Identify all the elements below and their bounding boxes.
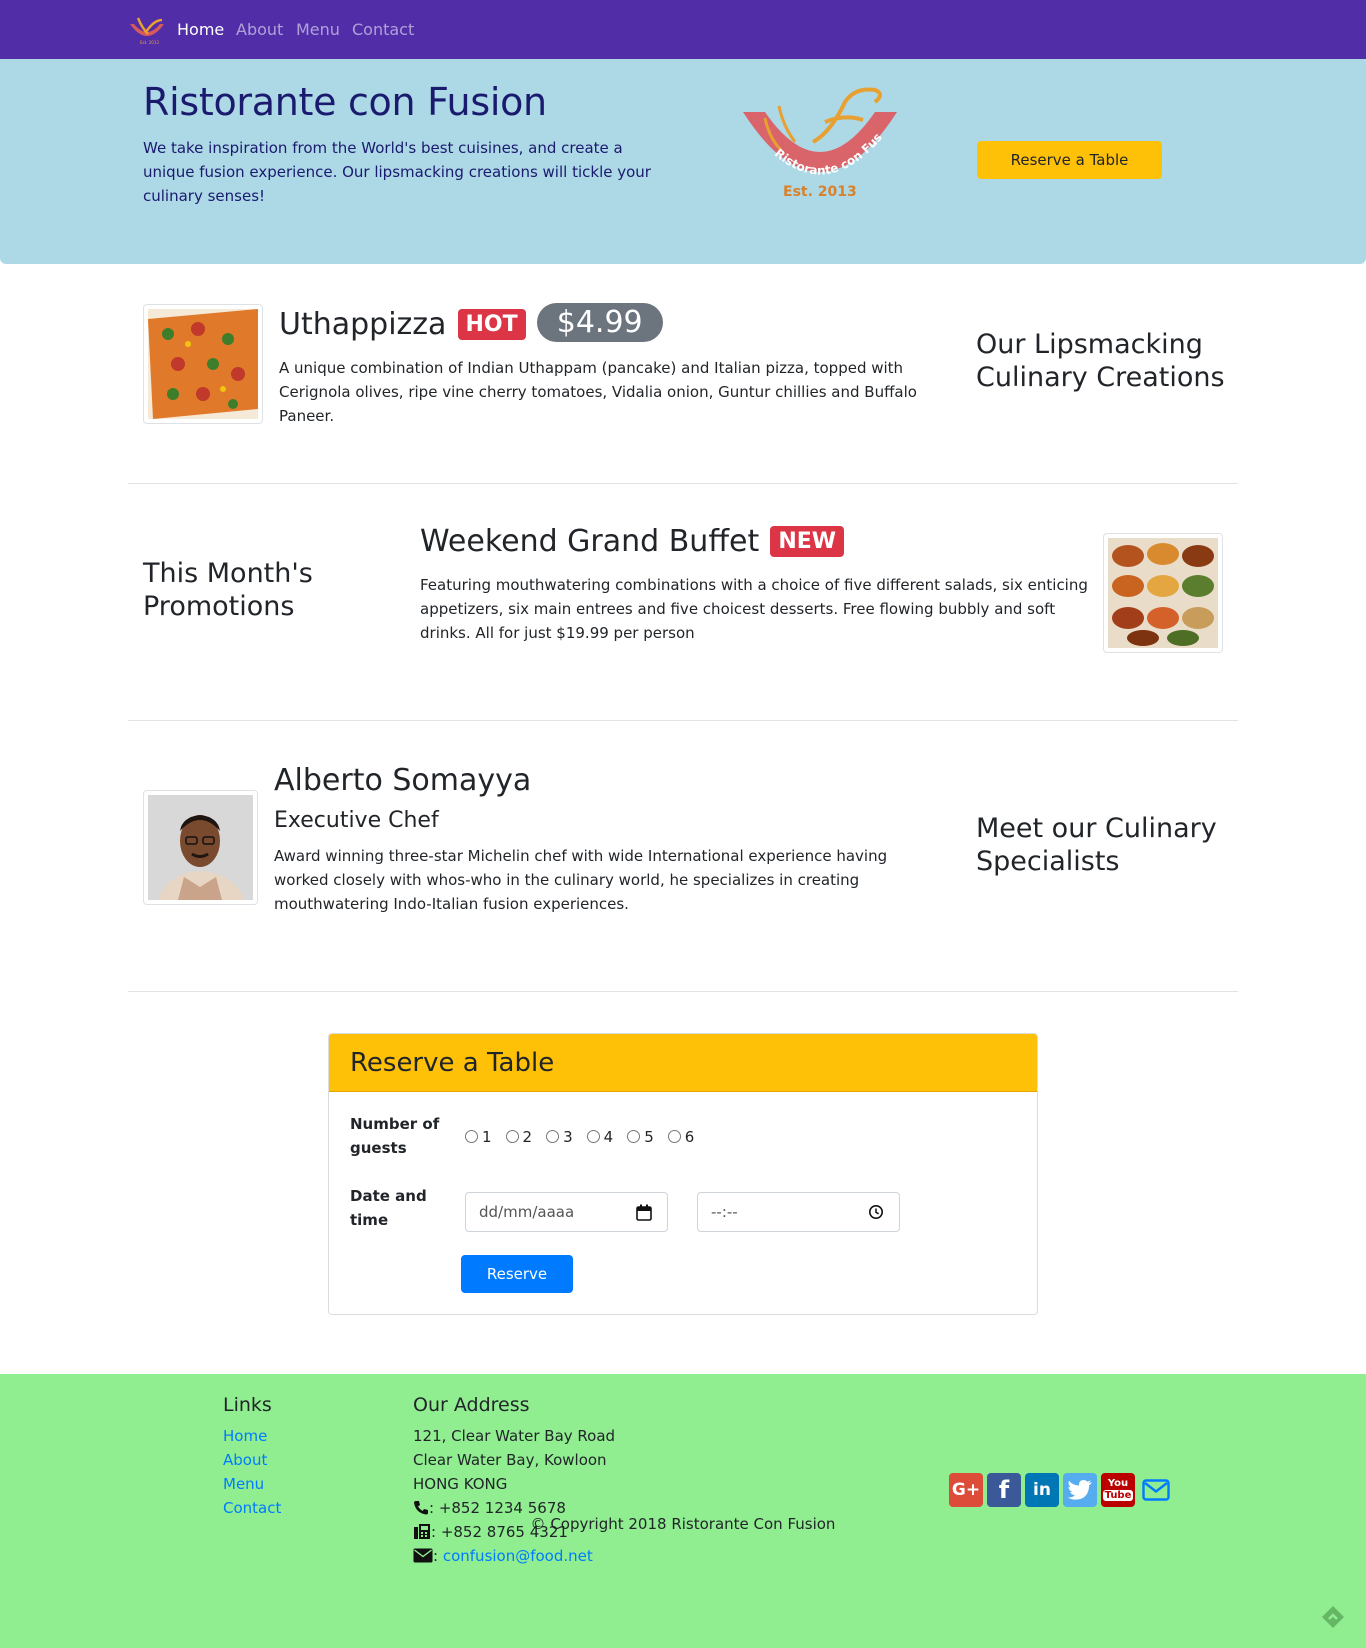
guest-option-3[interactable]: 3 (546, 1128, 573, 1146)
reserve-card-header: Reserve a Table (329, 1034, 1037, 1092)
date-label-line2: time (350, 1211, 389, 1229)
guest-option-1[interactable]: 1 (465, 1128, 492, 1146)
restaurant-tagline: We take inspiration from the World's bes… (143, 139, 651, 205)
leader-image (143, 790, 258, 905)
leader-description: Award winning three-star Michelin chef w… (274, 847, 888, 913)
nav-menu[interactable]: Menu (296, 20, 340, 39)
promotion-heading: Weekend Grand Buffet NEW (420, 524, 845, 559)
guests-label-line1: Number of (350, 1115, 440, 1133)
social-icons: G+ f in You Tube (949, 1473, 1173, 1507)
linkedin-icon[interactable]: in (1025, 1473, 1059, 1507)
footer-link-menu[interactable]: Menu (223, 1472, 281, 1496)
email-line: : confusion@food.net (413, 1544, 615, 1568)
promotion-name: Weekend Grand Buffet (420, 524, 760, 559)
svg-text:Est. 2013: Est. 2013 (140, 40, 159, 45)
nav-contact[interactable]: Contact (352, 20, 414, 39)
nav-about[interactable]: About (236, 20, 283, 39)
footer-link-about[interactable]: About (223, 1448, 281, 1472)
footer-links: Home About Menu Contact (223, 1424, 281, 1520)
address-heading: Our Address (413, 1394, 530, 1416)
footer: Links Home About Menu Contact Our Addres… (0, 1374, 1366, 1648)
buffet-image (1108, 538, 1218, 648)
logo-est: Est. 2013 (783, 184, 857, 200)
address-block: 121, Clear Water Bay Road Clear Water Ba… (413, 1424, 615, 1568)
reserve-submit-button[interactable]: Reserve (461, 1255, 573, 1293)
google-plus-icon[interactable]: G+ (949, 1473, 983, 1507)
leader-designation: Executive Chef (274, 808, 439, 833)
clock-icon[interactable] (868, 1204, 884, 1220)
dishes-section-heading: Our Lipsmacking Culinary Creations (976, 329, 1225, 393)
time-placeholder: --:-- (711, 1203, 738, 1221)
navbar: Est. 2013 Home About Menu Contact (0, 0, 1366, 59)
guests-radio-group: 123456 (465, 1127, 694, 1146)
guests-label: Number of guests (350, 1112, 439, 1160)
leaders-section-heading: Meet our Culinary Specialists (976, 813, 1217, 877)
envelope-icon (413, 1548, 433, 1563)
price-badge: $4.99 (536, 303, 663, 342)
links-heading: Links (223, 1394, 272, 1416)
hot-badge: HOT (457, 309, 526, 340)
restaurant-title: Ristorante con Fusion (143, 80, 547, 124)
radio-icon[interactable] (465, 1130, 478, 1143)
dish-description: A unique combination of Indian Uthappam … (279, 359, 917, 425)
radio-icon[interactable] (627, 1130, 641, 1143)
time-input[interactable]: --:-- (697, 1192, 900, 1232)
leader-name: Alberto Somayya (274, 763, 532, 798)
facebook-icon[interactable]: f (987, 1473, 1021, 1507)
reserve-card-title: Reserve a Table (350, 1048, 555, 1078)
guest-option-2[interactable]: 2 (505, 1128, 532, 1146)
radio-icon[interactable] (667, 1130, 681, 1143)
radio-icon[interactable] (505, 1130, 519, 1143)
address-line-3: HONG KONG (413, 1475, 508, 1493)
nav-home[interactable]: Home (177, 20, 224, 39)
guest-option-5[interactable]: 5 (627, 1128, 654, 1146)
address-line-2: Clear Water Bay, Kowloon (413, 1451, 607, 1469)
divider (128, 720, 1238, 721)
date-label: Date and time (350, 1184, 427, 1232)
footer-link-home[interactable]: Home (223, 1424, 281, 1448)
email-link[interactable]: confusion@food.net (443, 1547, 593, 1565)
email-prefix: : (433, 1547, 439, 1565)
new-badge: NEW (770, 526, 845, 557)
twitter-icon[interactable] (1063, 1473, 1097, 1507)
date-input[interactable]: dd/mm/aaaa (465, 1192, 668, 1232)
guest-option-4[interactable]: 4 (586, 1128, 613, 1146)
reserve-table-button[interactable]: Reserve a Table (977, 141, 1162, 179)
scroll-top-icon[interactable] (1320, 1604, 1346, 1630)
chef-photo (148, 795, 253, 900)
logo-icon[interactable]: Est. 2013 (126, 14, 168, 46)
dish-heading: Uthappizza HOT $4.99 (279, 303, 663, 342)
divider (128, 991, 1238, 992)
guest-option-6[interactable]: 6 (667, 1128, 694, 1146)
reserve-card: Reserve a Table Number of guests 123456 … (328, 1033, 1038, 1315)
mail-icon[interactable] (1139, 1473, 1173, 1507)
youtube-icon[interactable]: You Tube (1101, 1473, 1135, 1507)
dish-name: Uthappizza (279, 307, 447, 342)
promotion-description: Featuring mouthwatering combinations wit… (420, 576, 1088, 642)
date-label-line1: Date and (350, 1187, 427, 1205)
radio-icon[interactable] (546, 1130, 560, 1143)
promotions-section-heading: This Month's Promotions (143, 558, 313, 622)
address-line-1: 121, Clear Water Bay Road (413, 1427, 616, 1445)
date-placeholder: dd/mm/aaaa (479, 1203, 575, 1221)
guests-label-line2: guests (350, 1139, 407, 1157)
divider (128, 483, 1238, 484)
pizza-image (148, 309, 258, 419)
calendar-icon[interactable] (636, 1204, 652, 1221)
radio-icon[interactable] (586, 1130, 600, 1143)
copyright: © Copyright 2018 Ristorante Con Fusion (530, 1515, 836, 1533)
promotion-image (1103, 533, 1223, 653)
dish-image (143, 304, 263, 424)
